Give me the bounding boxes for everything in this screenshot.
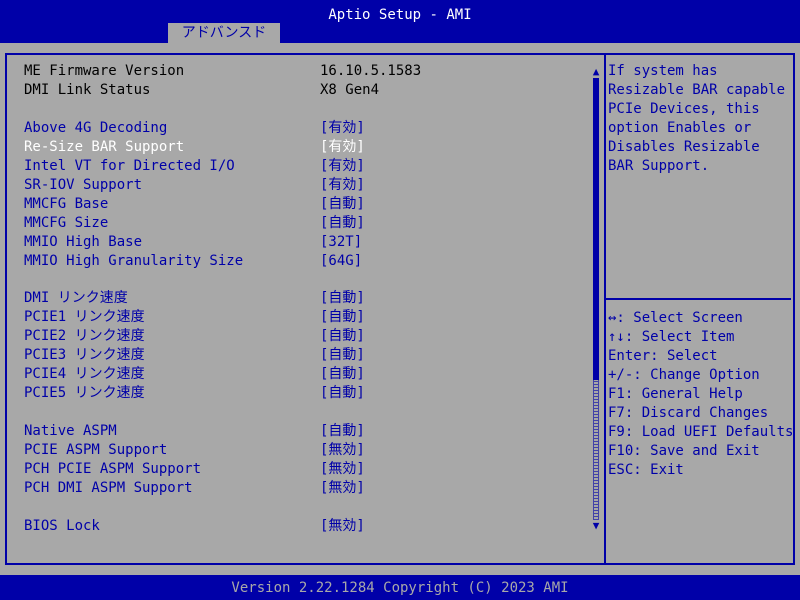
app-title: Aptio Setup - AMI xyxy=(328,7,472,23)
setting-value[interactable]: [有効] xyxy=(320,138,365,157)
setting-value[interactable]: [自動] xyxy=(320,214,365,233)
scroll-down-arrow-icon[interactable]: ▼ xyxy=(590,520,602,532)
setting-value[interactable]: [自動] xyxy=(320,289,365,308)
setting-label: SR-IOV Support xyxy=(24,177,143,193)
help-text-line: BAR Support. xyxy=(608,158,710,174)
setting-label: PCH PCIE ASPM Support xyxy=(24,461,202,477)
setting-value[interactable]: [自動] xyxy=(320,422,365,441)
setting-label: PCIE5 リンク速度 xyxy=(24,385,145,401)
info-label: ME Firmware Version xyxy=(24,63,185,79)
setting-label: PCIE3 リンク速度 xyxy=(24,347,145,363)
setting-value[interactable]: [有効] xyxy=(320,157,365,176)
setting-value[interactable]: [無効] xyxy=(320,517,365,536)
setting-value[interactable]: [無効] xyxy=(320,460,365,479)
setting-label: MMIO High Granularity Size xyxy=(24,253,244,269)
setting-label: Above 4G Decoding xyxy=(24,120,168,136)
setting-label: Intel VT for Directed I/O xyxy=(24,158,235,174)
setting-value[interactable]: [無効] xyxy=(320,479,365,498)
panel-divider xyxy=(604,53,606,565)
setting-label: PCIE ASPM Support xyxy=(24,442,168,458)
setting-value[interactable]: [無効] xyxy=(320,441,365,460)
setting-value[interactable]: [64G] xyxy=(320,252,362,271)
key-help-general-help: F1: General Help xyxy=(608,386,743,402)
title-bar: Aptio Setup - AMI アドバンスド xyxy=(0,0,800,43)
help-text-line: option Enables or xyxy=(608,120,752,136)
help-text-line: Resizable BAR capable xyxy=(608,82,786,98)
key-help-select-item: ↑↓: Select Item xyxy=(608,329,735,345)
tab-advanced[interactable]: アドバンスド xyxy=(168,23,280,43)
setting-value[interactable]: [有効] xyxy=(320,119,365,138)
setting-value[interactable]: [自動] xyxy=(320,195,365,214)
setting-label: BIOS Lock xyxy=(24,518,100,534)
key-help-exit: ESC: Exit xyxy=(608,462,684,478)
setting-value[interactable]: [自動] xyxy=(320,308,365,327)
setting-label: PCH DMI ASPM Support xyxy=(24,480,193,496)
setting-label: MMCFG Size xyxy=(24,215,109,231)
setting-label: PCIE1 リンク速度 xyxy=(24,309,145,325)
key-help-select-screen: ↔: Select Screen xyxy=(608,310,743,326)
help-text-line: If system has xyxy=(608,63,718,79)
setting-label: MMIO High Base xyxy=(24,234,143,250)
setting-label: Re-Size BAR Support xyxy=(24,139,185,155)
setting-label: DMI リンク速度 xyxy=(24,290,128,306)
key-help-enter: Enter: Select xyxy=(608,348,718,364)
info-label: DMI Link Status xyxy=(24,82,151,98)
setting-value[interactable]: [32T] xyxy=(320,233,362,252)
info-value: X8 Gen4 xyxy=(320,82,380,98)
setting-value[interactable]: [自動] xyxy=(320,384,365,403)
key-help-discard-changes: F7: Discard Changes xyxy=(608,405,769,421)
key-help-load-defaults: F9: Load UEFI Defaults xyxy=(608,424,794,440)
setting-label: Native ASPM xyxy=(24,423,117,439)
setting-value[interactable]: [有効] xyxy=(320,176,365,195)
key-help-save-exit: F10: Save and Exit xyxy=(608,443,760,459)
setting-value[interactable]: [自動] xyxy=(320,365,365,384)
version-text: Version 2.22.1284 Copyright (C) 2023 AMI xyxy=(231,580,569,596)
footer-bar: Version 2.22.1284 Copyright (C) 2023 AMI xyxy=(0,575,800,600)
scroll-thumb[interactable] xyxy=(593,78,599,380)
scroll-up-arrow-icon[interactable]: ▲ xyxy=(590,66,602,78)
help-divider xyxy=(606,298,791,300)
info-value: 16.10.5.1583 xyxy=(320,63,422,79)
setting-label: PCIE2 リンク速度 xyxy=(24,328,145,344)
scrollbar[interactable]: ▲ ▼ xyxy=(590,64,602,534)
help-text-line: Disables Resizable xyxy=(608,139,760,155)
setting-label: PCIE4 リンク速度 xyxy=(24,366,145,382)
setting-label: MMCFG Base xyxy=(24,196,109,212)
setting-value[interactable]: [自動] xyxy=(320,327,365,346)
key-help-change-option: +/-: Change Option xyxy=(608,367,760,383)
setting-value[interactable]: [自動] xyxy=(320,346,365,365)
help-text-line: PCIe Devices, this xyxy=(608,101,760,117)
